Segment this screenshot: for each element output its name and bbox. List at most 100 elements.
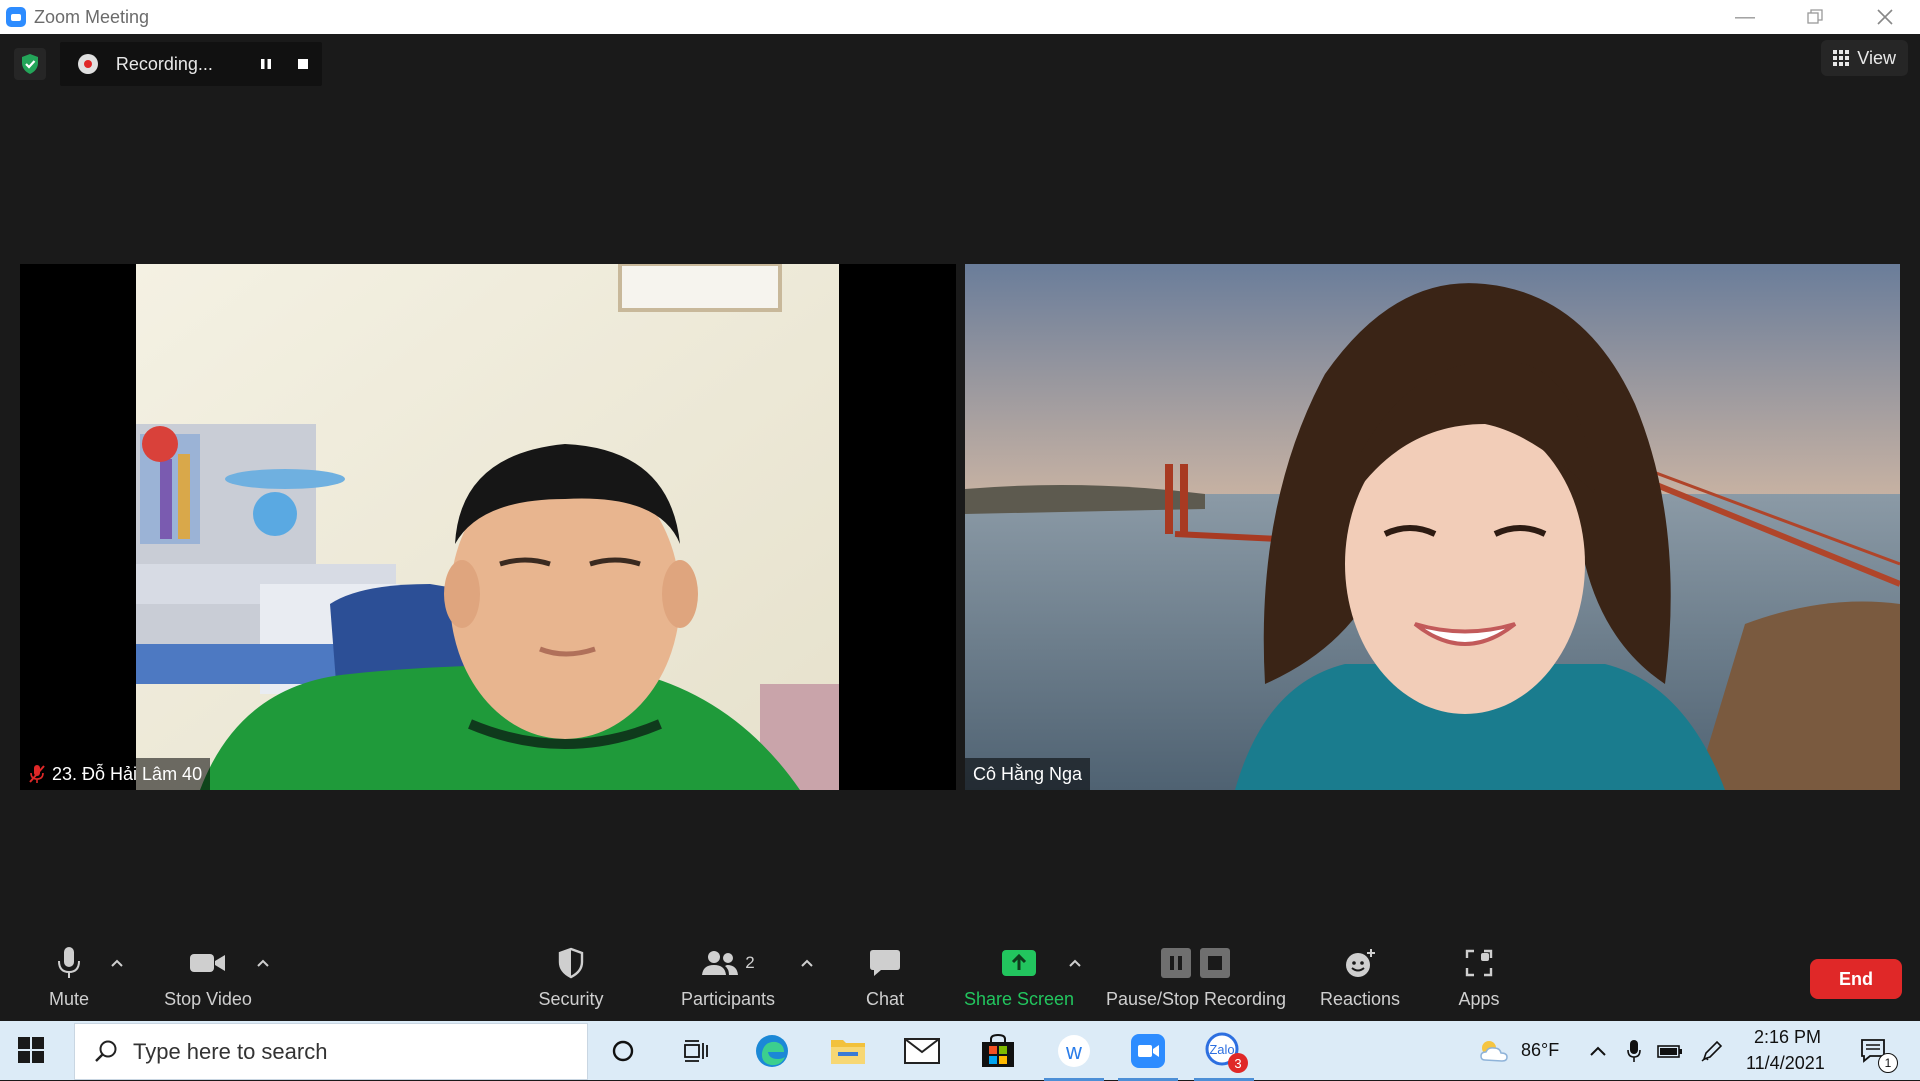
task-view-icon: [684, 1040, 708, 1062]
battery-tray-icon[interactable]: [1648, 1029, 1692, 1073]
apps-button[interactable]: Apps: [1456, 943, 1502, 1015]
clock-date[interactable]: 11/4/2021: [1746, 1053, 1825, 1074]
zalo-taskbar-button[interactable]: Zalo 3: [1194, 1029, 1254, 1081]
view-label: View: [1857, 47, 1896, 68]
audio-options-caret[interactable]: [110, 955, 124, 971]
shield-icon: [557, 943, 585, 983]
edge-browser-button[interactable]: [750, 1029, 794, 1073]
meeting-top-bar: Recording... View: [0, 34, 1920, 94]
mail-icon: [904, 1038, 940, 1064]
participant-name-tag: Cô Hằng Nga: [965, 758, 1091, 790]
word-app-button[interactable]: w: [1044, 1029, 1104, 1081]
meeting-toolbar: Mute Stop Video Security 2 Participants …: [0, 935, 1920, 1021]
shield-check-icon: [22, 54, 38, 74]
weather-temperature: 86°F: [1521, 1040, 1560, 1060]
stop-icon: [298, 59, 309, 69]
participant-name: Cô Hằng Nga: [973, 763, 1083, 784]
search-icon: [95, 1040, 117, 1062]
chat-button[interactable]: Chat: [860, 943, 910, 1015]
chat-bubble-icon: [869, 943, 901, 983]
taskbar-search-box[interactable]: Type here to search: [74, 1023, 588, 1080]
pause-icon: [260, 59, 271, 69]
share-screen-button[interactable]: Share Screen: [962, 943, 1076, 1015]
recording-indicator: Recording...: [60, 42, 322, 86]
recording-controls-icon: [1160, 943, 1232, 983]
pen-tray-icon[interactable]: [1690, 1029, 1734, 1073]
battery-icon: [1657, 1045, 1682, 1058]
security-label: Security: [538, 989, 604, 1009]
chat-label: Chat: [865, 989, 905, 1009]
stop-video-button[interactable]: Stop Video: [156, 943, 260, 1015]
restore-icon: [1807, 9, 1823, 24]
people-icon: [702, 951, 739, 975]
pause-recording-button[interactable]: [247, 45, 285, 83]
apps-icon: [1464, 943, 1494, 983]
window-title: Zoom Meeting: [34, 6, 150, 27]
task-view-button[interactable]: [674, 1029, 718, 1073]
word-w-icon: w: [1058, 1035, 1090, 1067]
weather-widget-icon[interactable]: [1472, 1029, 1516, 1073]
close-button[interactable]: [1850, 0, 1920, 34]
security-button[interactable]: Security: [534, 943, 608, 1015]
smiley-plus-icon: [1343, 943, 1377, 983]
notification-count-badge: 1: [1878, 1053, 1898, 1073]
video-tile-teacher[interactable]: Cô Hằng Nga: [965, 264, 1900, 790]
video-options-caret[interactable]: [256, 955, 270, 971]
zalo-notification-badge: 3: [1228, 1053, 1248, 1073]
windows-taskbar: Type here to search w Zalo 3 86°F 2:16 P…: [0, 1021, 1920, 1081]
apps-label: Apps: [1458, 989, 1500, 1009]
stop-video-label: Stop Video: [164, 989, 252, 1009]
windows-logo-icon: [18, 1037, 44, 1063]
store-button[interactable]: [976, 1029, 1020, 1073]
chevron-up-icon: [257, 959, 269, 967]
partly-cloudy-icon: [1480, 1041, 1508, 1062]
participants-button[interactable]: 2 Participants: [676, 943, 780, 1015]
recording-status: Recording...: [115, 53, 213, 74]
action-center-button[interactable]: 1: [1852, 1029, 1898, 1073]
participant-name-tag: 23. Đỗ Hải Lâm 40: [20, 758, 211, 790]
zoom-app-icon: [6, 7, 26, 27]
clock-time[interactable]: 2:16 PM: [1754, 1027, 1821, 1048]
folder-icon: [831, 1040, 865, 1064]
close-icon: [1877, 9, 1893, 25]
chevron-up-icon: [1069, 959, 1081, 967]
search-placeholder: Type here to search: [133, 1038, 328, 1064]
restore-button[interactable]: [1780, 0, 1850, 34]
file-explorer-button[interactable]: [826, 1029, 870, 1073]
title-bar: Zoom Meeting —: [0, 0, 1920, 34]
participant-name: 23. Đỗ Hải Lâm 40: [52, 763, 203, 784]
share-screen-label: Share Screen: [963, 989, 1075, 1009]
encryption-badge[interactable]: [14, 48, 46, 80]
mute-label: Mute: [48, 989, 90, 1009]
start-button[interactable]: [18, 1037, 44, 1068]
share-screen-icon: [1001, 943, 1037, 983]
recording-dot-icon: [78, 54, 98, 74]
edge-icon: [756, 1035, 788, 1067]
muted-microphone-icon: [29, 765, 45, 783]
chevron-up-icon: [111, 959, 123, 967]
microphone-icon: [56, 943, 82, 983]
mail-button[interactable]: [900, 1029, 944, 1073]
cortana-button[interactable]: [601, 1029, 645, 1073]
mute-button[interactable]: Mute: [44, 943, 94, 1015]
end-meeting-button[interactable]: End: [1810, 959, 1902, 999]
teacher-video-feed: [965, 264, 1900, 790]
video-tile-student[interactable]: 23. Đỗ Hải Lâm 40: [20, 264, 956, 790]
reactions-button[interactable]: Reactions: [1318, 943, 1402, 1015]
share-options-caret[interactable]: [1068, 955, 1082, 971]
minimize-button[interactable]: —: [1710, 0, 1780, 34]
stop-recording-button[interactable]: [284, 45, 322, 83]
student-video-feed: [20, 264, 956, 790]
pen-icon: [1701, 1040, 1723, 1062]
pause-stop-recording-label: Pause/Stop Recording: [1105, 989, 1287, 1009]
cortana-circle-icon: [612, 1040, 634, 1062]
participants-options-caret[interactable]: [800, 955, 814, 971]
store-bag-icon: [982, 1034, 1014, 1067]
participants-count: 2: [745, 953, 755, 972]
pause-stop-recording-button[interactable]: Pause/Stop Recording: [1104, 943, 1288, 1015]
participants-icon-group: 2: [701, 943, 755, 983]
chevron-up-icon: [801, 959, 813, 967]
grid-icon: [1833, 50, 1850, 66]
zoom-taskbar-button[interactable]: [1118, 1029, 1178, 1081]
view-button[interactable]: View: [1821, 40, 1908, 76]
